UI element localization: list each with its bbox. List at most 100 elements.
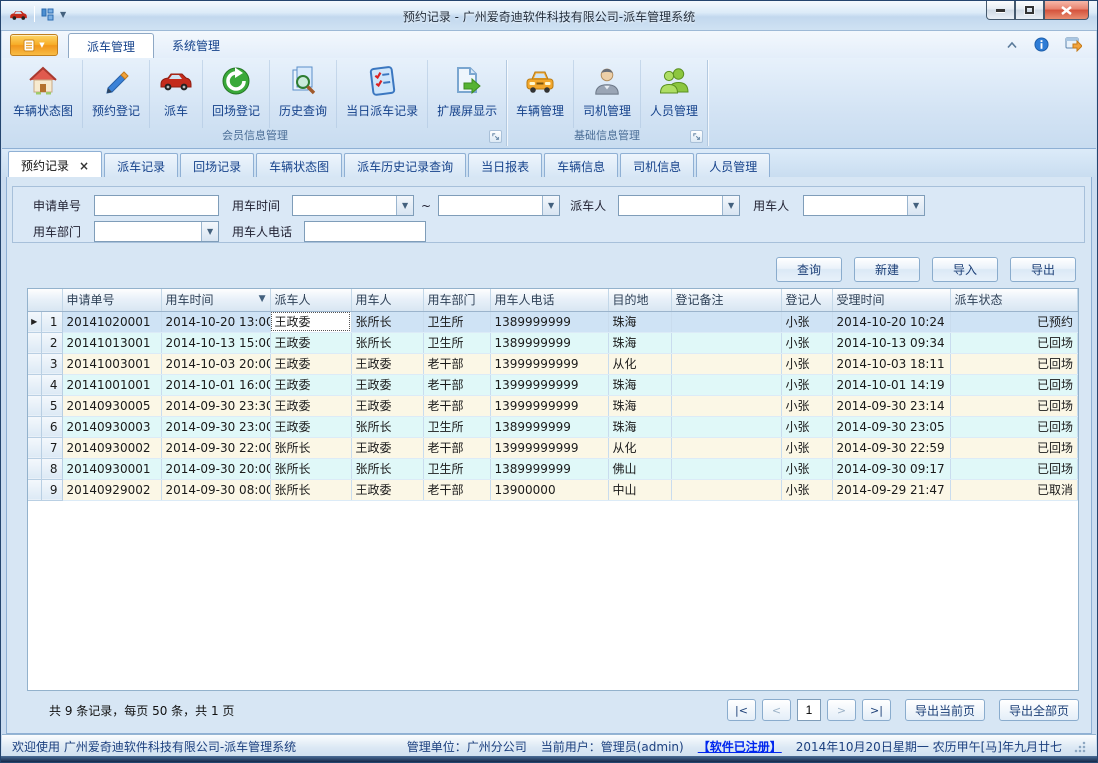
table-cell[interactable]: 1389999999: [490, 458, 608, 479]
table-cell[interactable]: 1389999999: [490, 332, 608, 353]
table-cell[interactable]: 13999999999: [490, 374, 608, 395]
table-cell[interactable]: [671, 437, 781, 458]
resize-grip[interactable]: [1074, 741, 1086, 753]
table-cell[interactable]: 张所长: [270, 479, 351, 500]
table-cell[interactable]: [671, 416, 781, 437]
table-cell[interactable]: 1389999999: [490, 311, 608, 332]
table-cell[interactable]: 小张: [781, 479, 832, 500]
maximize-button[interactable]: [1015, 1, 1044, 20]
doc-tab-daily-report[interactable]: 当日报表: [468, 153, 542, 177]
column-header[interactable]: 登记人: [781, 289, 832, 311]
ribbon-button-personnel-management[interactable]: 人员管理: [641, 60, 707, 128]
table-cell[interactable]: 王政委: [351, 374, 423, 395]
prev-page-button[interactable]: <: [762, 699, 791, 721]
table-cell[interactable]: 2014-10-20 10:24: [832, 311, 950, 332]
table-cell[interactable]: 珠海: [608, 311, 671, 332]
table-row[interactable]: 4201410010012014-10-01 16:00王政委王政委老干部139…: [28, 374, 1078, 395]
collapse-ribbon-icon[interactable]: [1006, 41, 1018, 49]
ribbon-button-history-search[interactable]: 历史查询: [270, 60, 337, 128]
query-button[interactable]: 查询: [776, 257, 842, 282]
ribbon-button-driver-management[interactable]: 司机管理: [574, 60, 641, 128]
table-cell[interactable]: 王政委: [270, 416, 351, 437]
table-cell[interactable]: 小张: [781, 437, 832, 458]
ribbon-button-dispatch[interactable]: 派车: [150, 60, 203, 128]
table-cell[interactable]: 2014-10-01 14:19: [832, 374, 950, 395]
status-cell[interactable]: 已预约: [950, 311, 1078, 332]
table-cell[interactable]: [671, 458, 781, 479]
dialog-launcher-icon[interactable]: [489, 130, 502, 143]
table-cell[interactable]: 2014-09-30 23:30: [161, 395, 270, 416]
table-cell[interactable]: 王政委: [270, 395, 351, 416]
table-cell[interactable]: 王政委: [351, 395, 423, 416]
table-cell[interactable]: 卫生所: [423, 332, 490, 353]
table-cell[interactable]: 从化: [608, 353, 671, 374]
table-cell[interactable]: 张所长: [351, 458, 423, 479]
table-cell[interactable]: 王政委: [351, 479, 423, 500]
table-cell[interactable]: 13900000: [490, 479, 608, 500]
column-filter-icon[interactable]: ▼: [259, 294, 266, 304]
table-row[interactable]: 7201409300022014-09-30 22:00张所长王政委老干部139…: [28, 437, 1078, 458]
table-cell[interactable]: 王政委: [270, 374, 351, 395]
ribbon-button-vehicle-status-map[interactable]: 车辆状态图: [4, 60, 83, 128]
user-combo[interactable]: ▼: [803, 195, 925, 216]
doc-tab-vehicle-info[interactable]: 车辆信息: [544, 153, 618, 177]
table-cell[interactable]: [671, 353, 781, 374]
table-cell[interactable]: 中山: [608, 479, 671, 500]
table-cell[interactable]: 2014-09-30 23:00: [161, 416, 270, 437]
order-no-input[interactable]: [94, 195, 219, 216]
column-header[interactable]: 用车人: [351, 289, 423, 311]
dept-combo[interactable]: ▼: [94, 221, 219, 242]
table-cell[interactable]: 2014-09-30 22:59: [832, 437, 950, 458]
export-current-page-button[interactable]: 导出当前页: [905, 699, 985, 721]
doc-tab-reservation-records[interactable]: 预约记录×: [8, 151, 102, 177]
doc-tab-dispatch-records[interactable]: 派车记录: [104, 153, 178, 177]
table-cell[interactable]: 小张: [781, 353, 832, 374]
ribbon-button-extended-screen[interactable]: 扩展屏显示: [428, 60, 506, 128]
table-cell[interactable]: 20141020001: [62, 311, 161, 332]
ribbon-button-reservation[interactable]: 预约登记: [83, 60, 150, 128]
column-header[interactable]: 派车人: [270, 289, 351, 311]
table-cell[interactable]: 1389999999: [490, 416, 608, 437]
table-cell[interactable]: 20140930005: [62, 395, 161, 416]
table-cell[interactable]: 卫生所: [423, 458, 490, 479]
table-cell[interactable]: 13999999999: [490, 353, 608, 374]
table-cell[interactable]: 2014-09-30 08:00: [161, 479, 270, 500]
column-header[interactable]: 派车状态: [950, 289, 1078, 311]
status-cell[interactable]: 已回场: [950, 374, 1078, 395]
table-cell[interactable]: 佛山: [608, 458, 671, 479]
status-cell[interactable]: 已回场: [950, 416, 1078, 437]
table-cell[interactable]: [671, 395, 781, 416]
table-cell[interactable]: 王政委: [270, 311, 351, 332]
export-all-pages-button[interactable]: 导出全部页: [999, 699, 1079, 721]
table-cell[interactable]: 老干部: [423, 353, 490, 374]
ribbon-tab-dispatch[interactable]: 派车管理: [68, 33, 154, 58]
doc-tab-return-records[interactable]: 回场记录: [180, 153, 254, 177]
first-page-button[interactable]: |<: [727, 699, 756, 721]
table-cell[interactable]: 张所长: [270, 437, 351, 458]
table-cell[interactable]: 13999999999: [490, 437, 608, 458]
column-header[interactable]: 登记备注: [671, 289, 781, 311]
table-row[interactable]: ▶1201410200012014-10-20 13:00王政委张所长卫生所13…: [28, 311, 1078, 332]
table-cell[interactable]: 王政委: [270, 353, 351, 374]
table-cell[interactable]: 王政委: [270, 332, 351, 353]
chevron-down-icon[interactable]: ▼: [542, 196, 559, 215]
license-link[interactable]: 【软件已注册】: [698, 738, 782, 755]
table-cell[interactable]: 2014-10-03 20:00: [161, 353, 270, 374]
application-menu-button[interactable]: ▼: [10, 34, 58, 56]
column-header[interactable]: 目的地: [608, 289, 671, 311]
table-cell[interactable]: 2014-09-29 21:47: [832, 479, 950, 500]
minimize-button[interactable]: [986, 1, 1015, 20]
table-row[interactable]: 9201409290022014-09-30 08:00张所长王政委老干部139…: [28, 479, 1078, 500]
table-cell[interactable]: 13999999999: [490, 395, 608, 416]
table-cell[interactable]: 2014-10-20 13:00: [161, 311, 270, 332]
table-cell[interactable]: 20140930002: [62, 437, 161, 458]
create-button[interactable]: 新建: [854, 257, 920, 282]
table-cell[interactable]: 小张: [781, 458, 832, 479]
help-window-icon[interactable]: [1065, 37, 1082, 52]
table-row[interactable]: 8201409300012014-09-30 20:00张所长张所长卫生所138…: [28, 458, 1078, 479]
status-cell[interactable]: 已取消: [950, 479, 1078, 500]
table-cell[interactable]: 20141001001: [62, 374, 161, 395]
table-row[interactable]: 6201409300032014-09-30 23:00王政委张所长卫生所138…: [28, 416, 1078, 437]
table-cell[interactable]: 老干部: [423, 395, 490, 416]
table-cell[interactable]: 小张: [781, 311, 832, 332]
